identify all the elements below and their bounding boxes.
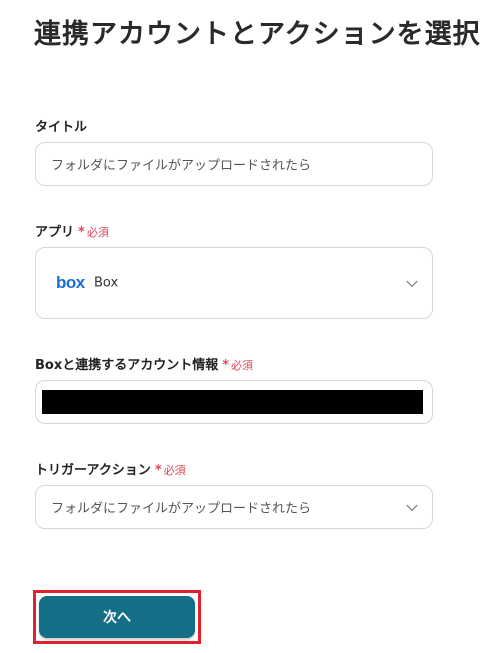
chevron-down-icon [406, 275, 418, 288]
required-badge: 必須 [163, 464, 186, 477]
required-badge: 必須 [231, 359, 254, 372]
trigger-label-text: トリガーアクション [35, 463, 151, 478]
required-star-icon: * [78, 225, 85, 240]
account-select[interactable] [35, 380, 433, 424]
redacted-account-value [42, 390, 423, 414]
title-input-value: フォルダにファイルがアップロードされたら [51, 158, 312, 174]
app-label: アプリ * 必須 [35, 221, 109, 240]
app-select-value: Box [94, 275, 119, 291]
app-label-text: アプリ [35, 225, 75, 240]
page-title: 連携アカウントとアクションを選択 [34, 19, 481, 50]
required-star-icon: * [222, 358, 230, 373]
box-logo-icon: box [56, 273, 85, 292]
chevron-down-icon [406, 499, 418, 512]
next-button-highlight: 次へ [33, 590, 201, 644]
account-label: Boxと連携するアカウント情報 * 必須 [35, 354, 253, 373]
title-input[interactable]: フォルダにファイルがアップロードされたら [35, 142, 433, 186]
required-badge: 必須 [86, 226, 109, 239]
app-select[interactable]: box Box [35, 247, 433, 319]
trigger-select[interactable]: フォルダにファイルがアップロードされたら [35, 485, 433, 529]
title-label: タイトル [35, 116, 87, 135]
account-label-text: Boxと連携するアカウント情報 [35, 358, 219, 373]
title-label-text: タイトル [35, 120, 88, 135]
required-star-icon: * [154, 463, 162, 478]
trigger-label: トリガーアクション * 必須 [35, 459, 186, 478]
trigger-select-value: フォルダにファイルがアップロードされたら [51, 501, 312, 517]
next-button[interactable]: 次へ [39, 596, 195, 638]
